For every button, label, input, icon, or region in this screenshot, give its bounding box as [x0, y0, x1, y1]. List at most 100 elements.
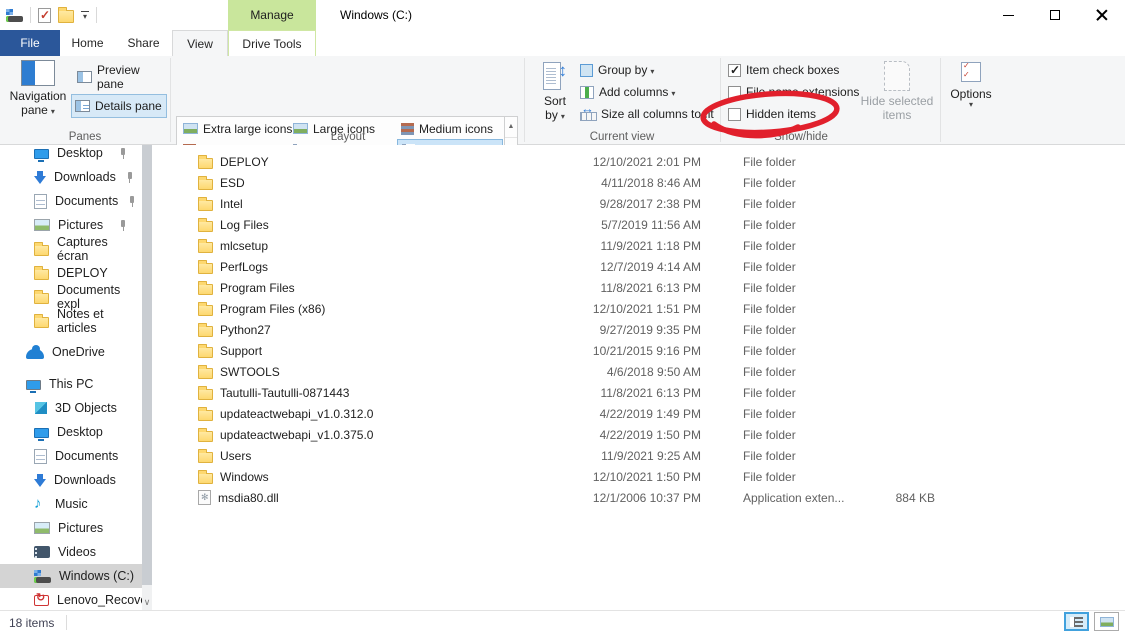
sidebar-label: Downloads [54, 170, 116, 184]
sidebar-item-videos[interactable]: Videos [0, 540, 142, 564]
sidebar-item-downloads[interactable]: Downloads [0, 468, 142, 492]
file-type: File folder [743, 470, 796, 484]
sidebar-item-documents-expl[interactable]: Documents expl [0, 285, 142, 309]
folder-icon [34, 245, 49, 256]
file-row[interactable]: PerfLogs12/7/2019 4:14 AMFile folder [160, 256, 1090, 277]
preview-pane-icon [77, 71, 92, 83]
pictures-icon [34, 219, 50, 231]
sidebar-label: DEPLOY [57, 266, 108, 280]
details-view-toggle[interactable] [1064, 612, 1089, 631]
hidden-items-checkbox[interactable]: Hidden items [728, 107, 816, 121]
item-check-boxes-checkbox[interactable]: Item check boxes [728, 63, 839, 77]
sidebar-scrollbar[interactable]: ∨ [142, 145, 152, 610]
file-row[interactable]: Tautulli-Tautulli-087144311/8/2021 6:13 … [160, 382, 1090, 403]
file-row[interactable]: Support10/21/2015 9:16 PMFile folder [160, 340, 1090, 361]
sidebar-label: This PC [49, 377, 93, 391]
file-row[interactable]: Program Files11/8/2021 6:13 PMFile folde… [160, 277, 1090, 298]
sidebar-item-onedrive[interactable]: OneDrive [0, 340, 142, 364]
file-row[interactable]: Windows12/10/2021 1:50 PMFile folder [160, 466, 1090, 487]
sidebar-item-downloads-qa[interactable]: Downloads [0, 165, 142, 189]
sidebar-item-pictures[interactable]: Pictures [0, 516, 142, 540]
tab-manage[interactable]: Manage [228, 0, 316, 30]
hide-selected-items-button[interactable]: Hide selected items [856, 61, 938, 122]
new-folder-icon[interactable] [58, 10, 74, 23]
sidebar-item-windows-c[interactable]: Windows (C:) [0, 564, 142, 588]
file-name: PerfLogs [220, 260, 268, 274]
maximize-button[interactable] [1032, 0, 1078, 30]
tab-view[interactable]: View [172, 30, 228, 56]
customize-toolbar-caret-icon[interactable]: ▾ [81, 11, 89, 19]
add-columns-button[interactable]: Add columns [580, 85, 675, 99]
sidebar-label: Music [55, 497, 88, 511]
sidebar-item-music[interactable]: ♪Music [0, 492, 142, 516]
folder-icon [198, 326, 213, 337]
file-row[interactable]: mlcsetup11/9/2021 1:18 PMFile folder [160, 235, 1090, 256]
sidebar-item-documents[interactable]: Documents [0, 444, 142, 468]
checkbox-unchecked-icon[interactable] [728, 108, 741, 121]
scroll-down-icon[interactable]: ∨ [142, 597, 152, 608]
file-row[interactable]: Users11/9/2021 9:25 AMFile folder [160, 445, 1090, 466]
preview-pane-label: Preview pane [97, 63, 163, 91]
tab-home[interactable]: Home [60, 30, 115, 56]
sort-by-button[interactable]: Sort by [532, 62, 578, 124]
add-columns-label: Add columns [599, 85, 675, 99]
options-button[interactable]: Options ▾ [946, 62, 996, 108]
file-date: 12/10/2021 2:01 PM [560, 155, 701, 169]
file-row[interactable]: msdia80.dll12/1/2006 10:37 PMApplication… [160, 487, 1090, 508]
hide-selected-label: Hide selected [861, 94, 934, 108]
sidebar-label: OneDrive [52, 345, 105, 359]
pin-icon [117, 148, 128, 159]
sidebar-item-captures-ecran[interactable]: Captures écran [0, 237, 142, 261]
file-row[interactable]: updateactwebapi_v1.0.312.04/22/2019 1:49… [160, 403, 1090, 424]
sidebar-item-desktop-qa[interactable]: Desktop [0, 145, 142, 165]
file-row[interactable]: SWTOOLS4/6/2018 9:50 AMFile folder [160, 361, 1090, 382]
sidebar-item-3d-objects[interactable]: 3D Objects [0, 396, 142, 420]
sidebar-item-notes-et-articles[interactable]: Notes et articles [0, 309, 142, 333]
sidebar-item-pictures-qa[interactable]: Pictures [0, 213, 142, 237]
file-row[interactable]: Program Files (x86)12/10/2021 1:51 PMFil… [160, 298, 1090, 319]
size-columns-button[interactable]: Size all columns to fit [580, 107, 714, 121]
tab-share[interactable]: Share [115, 30, 172, 56]
sidebar-label: Desktop [57, 146, 103, 160]
pin-icon [124, 172, 135, 183]
file-row[interactable]: ESD4/11/2018 8:46 AMFile folder [160, 172, 1090, 193]
tab-drive-tools[interactable]: Drive Tools [228, 30, 316, 56]
sidebar-label: Notes et articles [57, 307, 142, 335]
folder-icon [34, 269, 49, 280]
download-arrow-icon [34, 176, 46, 184]
properties-icon[interactable] [38, 8, 51, 23]
group-by-button[interactable]: Group by [580, 63, 654, 77]
file-row[interactable]: Python279/27/2019 9:35 PMFile folder [160, 319, 1090, 340]
details-pane-button[interactable]: Details pane [71, 94, 167, 118]
navigation-pane-button[interactable]: Navigation pane [6, 60, 70, 119]
file-name: SWTOOLS [220, 365, 280, 379]
file-row[interactable]: Intel9/28/2017 2:38 PMFile folder [160, 193, 1090, 214]
file-type: File folder [743, 155, 796, 169]
file-type: File folder [743, 176, 796, 190]
main-content: Desktop Downloads Documents Pictures Cap… [0, 145, 1125, 610]
file-name-extensions-checkbox[interactable]: File name extensions [728, 85, 859, 99]
size-all-columns-icon [580, 107, 596, 121]
file-row[interactable]: updateactwebapi_v1.0.375.04/22/2019 1:50… [160, 424, 1090, 445]
item-count: 18 items [9, 616, 54, 630]
sidebar-item-documents-qa[interactable]: Documents [0, 189, 142, 213]
file-row[interactable]: Log Files5/7/2019 11:56 AMFile folder [160, 214, 1090, 235]
minimize-icon [1003, 15, 1014, 16]
sidebar-item-desktop[interactable]: Desktop [0, 420, 142, 444]
file-name: updateactwebapi_v1.0.312.0 [220, 407, 373, 421]
divider [30, 7, 31, 23]
close-button[interactable] [1079, 0, 1125, 30]
file-type: File folder [743, 197, 796, 211]
sidebar-item-this-pc[interactable]: This PC [0, 372, 142, 396]
thumbnails-view-toggle[interactable] [1094, 612, 1119, 631]
tab-file[interactable]: File [0, 30, 60, 56]
sidebar-item-lenovo-recover[interactable]: Lenovo_Recover [0, 588, 142, 610]
minimize-button[interactable] [985, 0, 1031, 30]
checkbox-unchecked-icon[interactable] [728, 86, 741, 99]
sidebar-item-deploy[interactable]: DEPLOY [0, 261, 142, 285]
file-row[interactable]: DEPLOY12/10/2021 2:01 PMFile folder [160, 151, 1090, 172]
sidebar-label: Pictures [58, 218, 103, 232]
preview-pane-button[interactable]: Preview pane [74, 66, 166, 88]
checkbox-checked-icon[interactable] [728, 64, 741, 77]
scrollbar-thumb[interactable] [142, 145, 152, 585]
